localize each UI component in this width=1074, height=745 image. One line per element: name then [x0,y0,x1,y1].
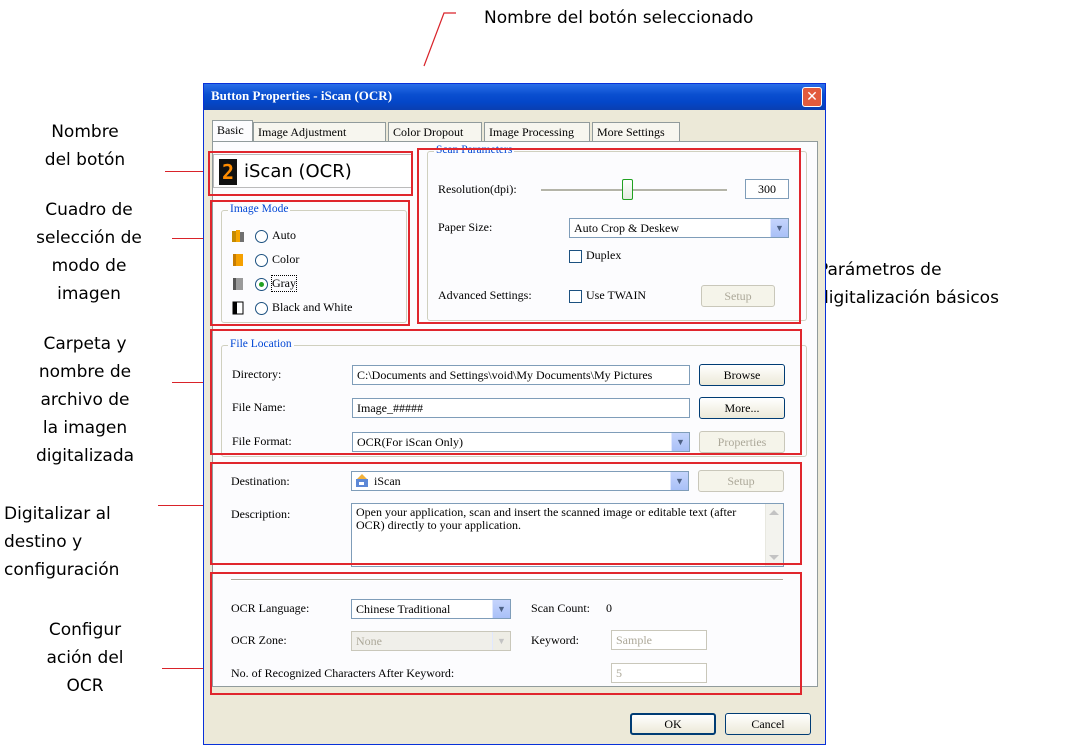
description-label: Description: [231,507,291,521]
annotation-line-ocr [162,668,208,669]
ocr-language-value: Chinese Traditional [356,602,451,616]
cancel-button[interactable]: Cancel [725,713,811,735]
directory-input[interactable]: C:\Documents and Settings\void\My Docume… [352,365,690,385]
scan-count-label: Scan Count: [531,601,590,615]
paper-size-value: Auto Crop & Deskew [574,221,679,235]
properties-button[interactable]: Properties [699,431,785,453]
chevron-down-icon[interactable]: ▼ [670,472,688,490]
destination-value: iScan [374,474,401,488]
annotation-ocr-config: Configur ación del OCR [46,620,124,696]
advanced-settings-label: Advanced Settings: [438,288,532,302]
chevron-down-icon[interactable]: ▼ [671,433,689,451]
more-button[interactable]: More... [699,397,785,419]
file-format-label: File Format: [232,434,292,448]
ocr-divider [231,579,783,581]
file-format-select[interactable]: OCR(For iScan Only) ▼ [352,432,690,452]
annotation-image-mode: Cuadro de selección de modo de imagen [36,200,142,304]
file-location-title: File Location [228,338,294,350]
keyword-label: Keyword: [531,633,579,647]
chevron-down-icon[interactable]: ▼ [770,219,788,237]
scan-count-value: 0 [606,601,612,615]
annotation-line-button-name [165,171,207,172]
scan-parameters-title: Scan Parameters [434,144,515,156]
annotation-button-name: Nombre del botón [44,122,126,170]
annotation-pointer-top [423,12,456,67]
chevron-down-icon[interactable]: ▼ [492,632,510,650]
radio-black-white[interactable] [255,302,268,315]
tab-image-processing[interactable]: Image Processing [484,122,590,141]
tab-more-settings[interactable]: More Settings [592,122,680,141]
keyword-input[interactable]: Sample [611,630,707,650]
file-location-group: File Location Directory: C:\Documents an… [221,338,807,457]
scan-setup-button[interactable]: Setup [701,285,775,307]
browse-button[interactable]: Browse [699,364,785,386]
file-format-value: OCR(For iScan Only) [357,435,463,449]
annotation-scan-params: Parámetros de digitalización básicos [818,260,999,308]
scroll-down-icon[interactable] [769,555,779,560]
label-black-white: Black and White [272,300,353,314]
resolution-slider-thumb[interactable] [621,179,633,200]
annotation-selected-button-name: Nombre del botón seleccionado [484,8,754,28]
radio-auto[interactable] [255,230,268,243]
ocr-zone-select[interactable]: None ▼ [351,631,511,651]
use-twain-checkbox[interactable] [569,290,582,303]
description-scrollbar[interactable] [765,504,783,566]
gray-mode-icon [233,278,243,290]
file-name-input[interactable]: Image_##### [352,398,690,418]
auto-mode-icon [232,230,244,242]
button-name-text: iScan (OCR) [244,161,352,182]
description-textarea[interactable]: Open your application, scan and insert t… [351,503,784,567]
recognized-chars-input[interactable]: 5 [611,663,707,683]
duplex-label: Duplex [586,248,622,262]
tab-color-dropout[interactable]: Color Dropout [388,122,482,141]
duplex-checkbox[interactable] [569,250,582,263]
tab-image-adjustment[interactable]: Image Adjustment [253,122,386,141]
label-auto: Auto [272,228,296,242]
color-mode-icon [233,254,243,266]
destination-setup-button[interactable]: Setup [698,470,784,492]
ocr-zone-value: None [356,634,382,648]
iscan-app-icon [356,474,368,487]
image-mode-title: Image Mode [228,203,291,215]
ok-button[interactable]: OK [630,713,716,735]
scan-parameters-group: Scan Parameters Resolution(dpi): 300 Pap… [427,144,807,321]
radio-gray[interactable] [255,278,268,291]
button-name-display: 2 iScan (OCR) [213,154,412,188]
label-gray: Gray [271,275,297,292]
close-icon[interactable]: ✕ [802,87,822,107]
description-text: Open your application, scan and insert t… [356,505,737,532]
annotation-folder-filename: Carpeta y nombre de archivo de la imagen… [35,334,135,466]
button-properties-dialog: Button Properties - iScan (OCR) ✕ Basic … [203,83,826,745]
paper-size-label: Paper Size: [438,220,493,234]
ocr-language-select[interactable]: Chinese Traditional ▼ [351,599,511,619]
resolution-slider-track [541,189,727,192]
label-color: Color [272,252,300,266]
resolution-label: Resolution(dpi): [438,182,517,196]
radio-color[interactable] [255,254,268,267]
basic-tab-panel: 2 iScan (OCR) Image Mode Auto Color Gray… [212,141,818,687]
ocr-language-label: OCR Language: [231,601,310,615]
destination-select[interactable]: iScan ▼ [351,471,689,491]
black-white-mode-icon [232,301,244,315]
paper-size-select[interactable]: Auto Crop & Deskew ▼ [569,218,789,238]
window-title: Button Properties - iScan (OCR) [211,88,393,103]
annotation-scan-destination: Digitalizar al destino y configuración [4,504,120,580]
button-number-badge: 2 [219,159,237,185]
scroll-up-icon[interactable] [769,510,779,515]
chevron-down-icon[interactable]: ▼ [492,600,510,618]
title-bar: Button Properties - iScan (OCR) ✕ [204,84,825,110]
tab-basic[interactable]: Basic [212,120,253,142]
image-mode-group: Image Mode Auto Color Gray Black and Whi… [221,203,407,323]
file-name-label: File Name: [232,400,286,414]
destination-label: Destination: [231,474,290,488]
recognized-chars-label: No. of Recognized Characters After Keywo… [231,666,455,680]
directory-label: Directory: [232,367,282,381]
ocr-zone-label: OCR Zone: [231,633,287,647]
use-twain-label: Use TWAIN [586,288,647,302]
resolution-input[interactable]: 300 [745,179,789,199]
